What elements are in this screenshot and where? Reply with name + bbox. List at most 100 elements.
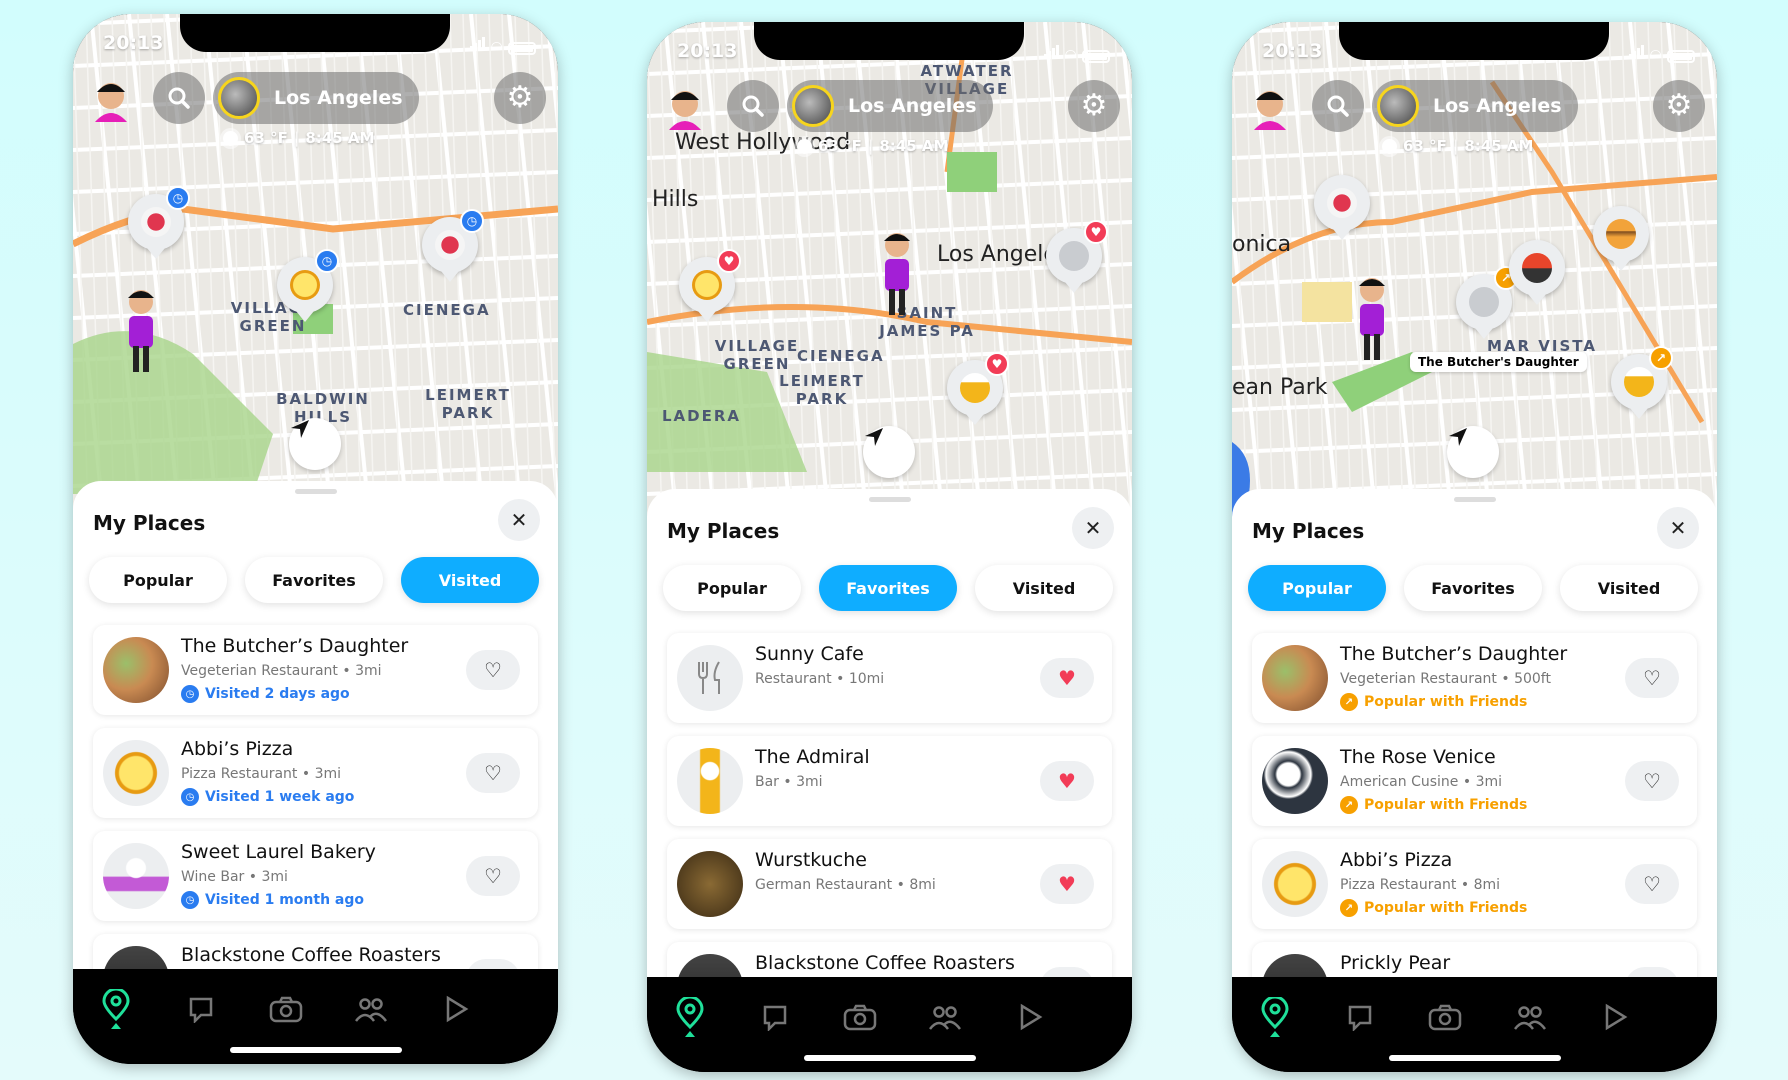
home-indicator[interactable] [1389,1055,1561,1061]
search-button[interactable] [153,72,205,124]
nav-chat-button[interactable] [1342,999,1378,1035]
places-tabs: Popular Favorites Visited [89,557,539,603]
favorite-button[interactable]: ♥ [1040,658,1094,698]
favorite-button[interactable]: ♡ [466,856,520,896]
profile-avatar-button[interactable] [659,80,711,132]
search-button[interactable] [727,80,779,132]
avatar [1254,91,1286,130]
map-place-label: Hills [652,187,699,212]
settings-button[interactable]: ⚙ [1068,80,1120,132]
map-pin-icon [676,997,704,1037]
favorite-button[interactable]: ♡ [466,753,520,793]
map-pin-wine-glasses[interactable]: ◷ [422,209,484,282]
map-place-callout[interactable]: The Butcher's Daughter [1410,352,1587,372]
place-list-item[interactable]: Blackstone Coffee Roasters ♡ [93,934,538,969]
map-pin-beer[interactable]: ♥ [947,352,1009,425]
home-indicator[interactable] [804,1055,976,1061]
sheet-drag-handle[interactable] [869,497,911,502]
nav-camera-button[interactable] [268,991,304,1027]
place-list-item[interactable]: Abbi’s Pizza Pizza Restaurant • 8mi ↗ Pop… [1252,839,1697,929]
tab-visited[interactable]: Visited [401,557,539,603]
profile-avatar-button[interactable] [1244,80,1296,132]
nav-map-button[interactable] [1257,997,1293,1037]
place-list-item[interactable]: Sunny Cafe Restaurant • 10mi ♥ [667,633,1112,723]
nav-camera-button[interactable] [1427,999,1463,1035]
tab-favorites[interactable]: Favorites [819,565,957,611]
map-pin-fork-knife[interactable]: ↗ [1456,266,1518,339]
close-button[interactable]: ✕ [1657,507,1699,549]
user-bitmoji-on-map[interactable] [877,227,917,322]
user-bitmoji-on-map[interactable] [1352,272,1392,367]
map-pin-burger[interactable] [1593,206,1649,271]
user-bitmoji-on-map[interactable] [121,284,161,379]
profile-avatar-button[interactable] [85,72,137,124]
favorite-button[interactable]: ♡ [466,959,520,969]
close-button[interactable]: ✕ [498,499,540,541]
map-pin-fork-knife[interactable]: ♥ [1046,220,1108,293]
location-story-pill[interactable]: Los Angeles [1372,80,1578,132]
place-list-item[interactable]: The Admiral Bar • 3mi ♥ [667,736,1112,826]
place-list-item[interactable]: Sweet Laurel Bakery Wine Bar • 3mi ◷ Visi… [93,831,538,921]
nav-chat-button[interactable] [757,999,793,1035]
settings-button[interactable]: ⚙ [1653,80,1705,132]
nav-chat-button[interactable] [183,991,219,1027]
sheet-drag-handle[interactable] [1454,497,1496,502]
close-button[interactable]: ✕ [1072,507,1114,549]
recenter-location-button[interactable] [863,426,915,478]
favorite-button[interactable]: ♡ [1625,967,1679,977]
nav-stories-button[interactable] [438,991,474,1027]
place-list-item[interactable]: The Butcher’s Daughter Vegeterian Restau… [93,625,538,715]
place-list-item[interactable]: Blackstone Coffee Roasters ♥ [667,942,1112,977]
location-story-pill[interactable]: Los Angeles [787,80,993,132]
heart-badge-icon: ♥ [1084,220,1108,244]
place-details: Bar • 3mi [755,774,823,790]
search-button[interactable] [1312,80,1364,132]
settings-button[interactable]: ⚙ [494,72,546,124]
trending-icon: ↗ [1340,899,1358,917]
tab-popular[interactable]: Popular [1248,565,1386,611]
nav-friends-button[interactable] [1512,999,1548,1035]
favorite-button[interactable]: ♥ [1040,761,1094,801]
nav-map-button[interactable] [672,997,708,1037]
favorite-button[interactable]: ♥ [1040,967,1094,977]
tab-popular[interactable]: Popular [89,557,227,603]
sheet-drag-handle[interactable] [295,489,337,494]
map-pin-pizza[interactable]: ♥ [679,249,741,322]
map-pin-wine-glasses[interactable] [1314,175,1370,240]
tab-popular[interactable]: Popular [663,565,801,611]
nav-map-button[interactable] [98,989,134,1029]
map-pin-pizza[interactable]: ◷ [277,249,339,322]
favorite-button[interactable]: ♥ [1040,864,1094,904]
nav-camera-button[interactable] [842,999,878,1035]
nav-stories-button[interactable] [1012,999,1048,1035]
map-pin-wine-glasses[interactable]: ◷ [128,186,190,259]
favorite-button[interactable]: ♡ [466,650,520,690]
place-thumbnail-photo-cafe [103,946,169,969]
tab-favorites[interactable]: Favorites [1404,565,1542,611]
beer-icon [1624,367,1654,397]
tab-favorites[interactable]: Favorites [245,557,383,603]
nav-friends-button[interactable] [353,991,389,1027]
map-pin-sushi[interactable] [1509,240,1565,305]
place-list-item[interactable]: The Butcher’s Daughter Vegeterian Restau… [1252,633,1697,723]
status-time: 20:13 [1262,40,1323,62]
place-category: American Cusine [1340,774,1459,790]
map-pin-beer[interactable]: ↗ [1611,346,1673,419]
favorite-button[interactable]: ♡ [1625,761,1679,801]
place-list-item[interactable]: Wurstkuche German Restaurant • 8mi ♥ [667,839,1112,929]
recenter-location-button[interactable] [1447,426,1499,478]
place-list-item[interactable]: The Rose Venice American Cusine • 3mi ↗ P… [1252,736,1697,826]
place-list-item[interactable]: Abbi’s Pizza Pizza Restaurant • 3mi ◷ Vis… [93,728,538,818]
phone-screen-1: VILLAGE GREEN CIENEGA LEIMERT PARK BALDWIN … [73,14,558,1064]
nav-friends-button[interactable] [927,999,963,1035]
tab-visited[interactable]: Visited [1560,565,1698,611]
place-list-item[interactable]: Prickly Pear ♡ [1252,942,1697,977]
home-indicator[interactable] [230,1047,402,1053]
tab-visited[interactable]: Visited [975,565,1113,611]
favorite-button[interactable]: ♡ [1625,864,1679,904]
location-story-pill[interactable]: Los Angeles [213,72,419,124]
favorite-button[interactable]: ♡ [1625,658,1679,698]
nav-stories-button[interactable] [1597,999,1633,1035]
recenter-location-button[interactable] [289,418,341,470]
place-status: ↗ Popular with Friends [1340,796,1527,814]
